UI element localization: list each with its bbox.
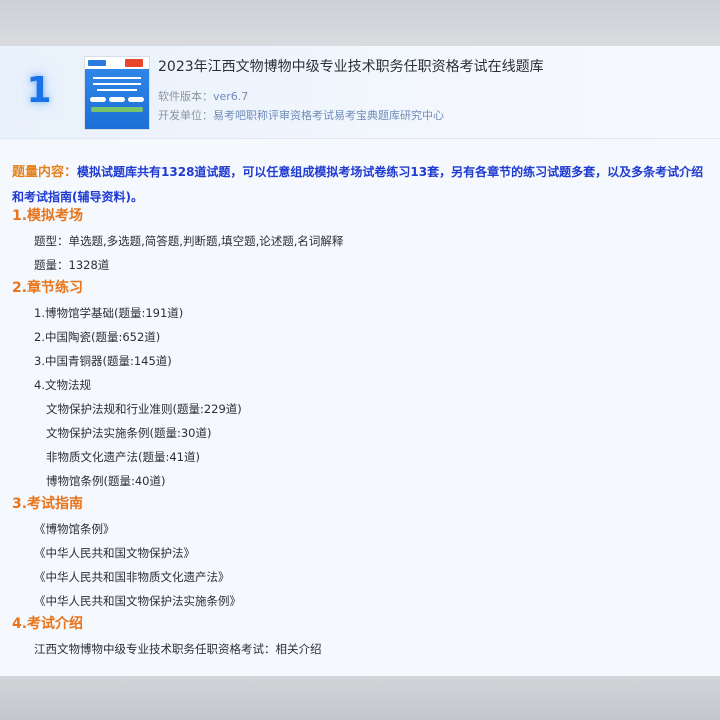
section-heading-chapters: 2.章节练习 (12, 280, 84, 296)
guide-item[interactable]: 《中华人民共和国非物质文化遗产法》 (34, 569, 230, 585)
app-panel: 1 2023年江西文物博物中级专业技术职务任职资格考试在线题库 软件版本：ver… (0, 46, 720, 676)
version-value: ver6.7 (213, 90, 249, 103)
exam-intro-item[interactable]: 江西文物博物中级专业技术职务任职资格考试：相关介绍 (34, 641, 322, 657)
chapter-item[interactable]: 4.文物法规 (34, 377, 91, 393)
developer-value: 易考吧职称评审资格考试易考宝典题库研究中心 (213, 109, 444, 122)
chapter-sub-item[interactable]: 非物质文化遗产法(题量:41道) (46, 449, 200, 465)
section-heading-mock-exam: 1.模拟考场 (12, 208, 84, 224)
app-header: 1 2023年江西文物博物中级专业技术职务任职资格考试在线题库 软件版本：ver… (0, 46, 720, 139)
list-index-number: 1 (26, 70, 52, 111)
publisher-logo (88, 60, 106, 66)
guide-item[interactable]: 《中华人民共和国文物保护法实施条例》 (34, 593, 241, 609)
chapter-sub-item[interactable]: 博物馆条例(题量:40道) (46, 473, 165, 489)
book-cover-image[interactable] (84, 56, 150, 130)
version-info: 软件版本：ver6.7 (158, 90, 248, 104)
chapter-item[interactable]: 3.中国青铜器(题量:145道) (34, 353, 172, 369)
summary-label: 题量内容： (12, 165, 78, 180)
cover-badge (125, 59, 143, 67)
bottom-letterbox (0, 676, 720, 720)
version-label: 软件版本： (158, 90, 213, 103)
developer-label: 开发单位： (158, 109, 213, 122)
question-types: 题型：单选题,多选题,简答题,判断题,填空题,论述题,名词解释 (34, 234, 344, 248)
chapter-item[interactable]: 2.中国陶瓷(题量:652道) (34, 329, 160, 345)
guide-item[interactable]: 《中华人民共和国文物保护法》 (34, 545, 195, 561)
developer-info: 开发单位：易考吧职称评审资格考试易考宝典题库研究中心 (158, 109, 444, 123)
section-heading-exam-intro: 4.考试介绍 (12, 616, 84, 632)
app-title[interactable]: 2023年江西文物博物中级专业技术职务任职资格考试在线题库 (158, 58, 698, 76)
chapter-sub-item[interactable]: 文物保护法规和行业准则(题量:229道) (46, 401, 242, 417)
top-letterbox (0, 0, 720, 46)
summary-text: 模拟试题库共有1328道试题，可以任意组成模拟考场试卷练习13套，另有各章节的练… (12, 165, 704, 204)
question-count: 题量：1328道 (34, 258, 110, 272)
chapter-item[interactable]: 1.博物馆学基础(题量:191道) (34, 305, 183, 321)
chapter-sub-item[interactable]: 文物保护法实施条例(题量:30道) (46, 425, 211, 441)
guide-item[interactable]: 《博物馆条例》 (34, 521, 115, 537)
content-summary: 题量内容：模拟试题库共有1328道试题，可以任意组成模拟考场试卷练习13套，另有… (12, 160, 708, 209)
section-heading-guide: 3.考试指南 (12, 496, 84, 512)
